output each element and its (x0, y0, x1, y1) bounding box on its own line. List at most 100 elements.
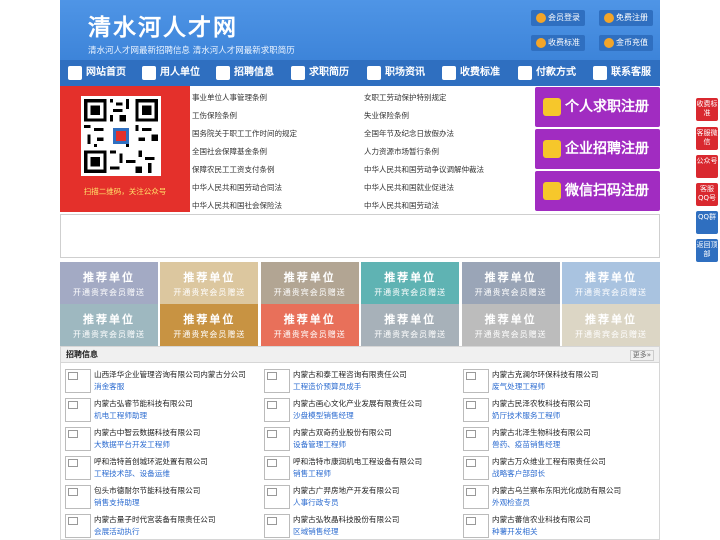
job-position[interactable]: 种薯开发相关 (492, 526, 538, 537)
sidebar-qq[interactable]: 客服QQ号 (696, 183, 718, 206)
job-item[interactable]: 内蒙古和泰工程咨询有限责任公司 工程造价预算员成手 (260, 367, 456, 395)
job-company[interactable]: 内蒙古双奇药业股份有限公司 (293, 427, 392, 438)
promo-tile[interactable]: 推荐单位 开通贵宾会员赠送 (562, 262, 660, 304)
job-item[interactable]: 内蒙古民泽农牧科技有限公司 奶厅技术服务工程师 (459, 396, 655, 424)
sidebar-pricing[interactable]: 收费标准 (696, 98, 718, 121)
nav-jobs[interactable]: 招聘信息 (212, 60, 274, 86)
job-item[interactable]: 内蒙古蕃信农业科技有限公司 种薯开发相关 (459, 512, 655, 540)
law-link[interactable]: 中华人民共和国就业促进法 (364, 182, 454, 193)
job-position[interactable]: 外观检查员 (492, 497, 530, 508)
recharge-button[interactable]: 金币充值 (599, 35, 653, 51)
promo-tile[interactable]: 推荐单位 开通贵宾会员赠送 (361, 262, 460, 304)
job-position[interactable]: 工程技术部、设备运维 (94, 468, 170, 479)
login-button[interactable]: 会员登录 (531, 10, 585, 26)
job-position[interactable]: 设备管理工程师 (293, 439, 346, 450)
job-company[interactable]: 内蒙古民泽农牧科技有限公司 (492, 398, 591, 409)
job-position[interactable]: 废气处理工程师 (492, 381, 545, 392)
job-position[interactable]: 大数据平台开发工程师 (94, 439, 170, 450)
job-item[interactable]: 山西泽华企业管理咨询有限公司内蒙古分公司 消金客服 (61, 367, 257, 395)
nav-payment[interactable]: 付款方式 (514, 60, 576, 86)
job-company[interactable]: 呼和浩特市康润机电工程设备有限公司 (293, 456, 422, 467)
site-logo[interactable]: 清水河人才网 (88, 8, 238, 42)
job-company[interactable]: 内蒙古弘睿节能科技有限公司 (94, 398, 193, 409)
sidebar-back-to-top[interactable]: 返回顶部 (696, 239, 718, 262)
job-item[interactable]: 内蒙古画心文化产业发展有限责任公司 沙盘模型销售经理 (260, 396, 456, 424)
job-item[interactable]: 内蒙古中智云数据科技有限公司 大数据平台开发工程师 (61, 425, 257, 453)
job-item[interactable]: 内蒙古弘睿节能科技有限公司 机电工程师助理 (61, 396, 257, 424)
nav-employers[interactable]: 用人单位 (138, 60, 200, 86)
job-position[interactable]: 兽药、疫苗销售经理 (492, 439, 560, 450)
job-position[interactable]: 人事行政专员 (293, 497, 339, 508)
law-link[interactable]: 保障农民工工资支付条例 (192, 164, 275, 175)
job-item[interactable]: 内蒙古乌兰察布东阳光化成防有限公司 外观检查员 (459, 483, 655, 511)
job-item[interactable]: 内蒙古克澜尔环保科技有限公司 废气处理工程师 (459, 367, 655, 395)
law-link[interactable]: 全国年节及纪念日放假办法 (364, 128, 454, 139)
promo-tile[interactable]: 推荐单位 开通贵宾会员赠送 (60, 304, 158, 346)
job-item[interactable]: 内蒙古量子时代宫装备有限责任公司 会展活动执行 (61, 512, 257, 540)
job-company[interactable]: 内蒙古北泽生物科技有限公司 (492, 427, 591, 438)
job-company[interactable]: 内蒙古中智云数据科技有限公司 (94, 427, 200, 438)
promo-tile[interactable]: 推荐单位 开通贵宾会员赠送 (562, 304, 660, 346)
job-company[interactable]: 内蒙古和泰工程咨询有限责任公司 (293, 369, 407, 380)
job-company[interactable]: 呼和浩特首创城环泥处置有限公司 (94, 456, 208, 467)
job-company[interactable]: 内蒙古蕃信农业科技有限公司 (492, 514, 591, 525)
law-link[interactable]: 中华人民共和国社会保险法 (192, 200, 282, 211)
job-item[interactable]: 内蒙古万众维业工程有限责任公司 战略客户部部长 (459, 454, 655, 482)
job-position[interactable]: 会展活动执行 (94, 526, 140, 537)
job-company[interactable]: 内蒙古量子时代宫装备有限责任公司 (94, 514, 216, 525)
promo-tile[interactable]: 推荐单位 开通贵宾会员赠送 (361, 304, 460, 346)
job-item[interactable]: 呼和浩特市康润机电工程设备有限公司 销售工程师 (260, 454, 456, 482)
job-item[interactable]: 内蒙古双奇药业股份有限公司 设备管理工程师 (260, 425, 456, 453)
law-link[interactable]: 事业单位人事管理条例 (192, 92, 267, 103)
job-company[interactable]: 山西泽华企业管理咨询有限公司内蒙古分公司 (94, 369, 246, 380)
wechat-register-button[interactable]: 微信扫码注册 (535, 171, 660, 211)
job-position[interactable]: 消金客服 (94, 381, 124, 392)
law-link[interactable]: 失业保险条例 (364, 110, 409, 121)
law-link[interactable]: 人力资源市场暂行条例 (364, 146, 439, 157)
job-position[interactable]: 区域销售经理 (293, 526, 339, 537)
job-item[interactable]: 内蒙古北泽生物科技有限公司 兽药、疫苗销售经理 (459, 425, 655, 453)
promo-tile[interactable]: 推荐单位 开通贵宾会员赠送 (160, 262, 259, 304)
job-company[interactable]: 内蒙古万众维业工程有限责任公司 (492, 456, 606, 467)
register-button[interactable]: 免费注册 (599, 10, 653, 26)
job-position[interactable]: 销售支持助理 (94, 497, 140, 508)
job-company[interactable]: 包头市德耐尔节能科技有限公司 (94, 485, 200, 496)
job-position[interactable]: 机电工程师助理 (94, 410, 147, 421)
jobseeker-register-button[interactable]: 个人求职注册 (535, 87, 660, 127)
nav-home[interactable]: 网站首页 (64, 60, 126, 86)
employer-register-button[interactable]: 企业招聘注册 (535, 129, 660, 169)
job-item[interactable]: 呼和浩特首创城环泥处置有限公司 工程技术部、设备运维 (61, 454, 257, 482)
law-link[interactable]: 国务院关于职工工作时间的规定 (192, 128, 297, 139)
promo-tile[interactable]: 推荐单位 开通贵宾会员赠送 (60, 262, 158, 304)
sidebar-qq-group[interactable]: QQ群 (696, 211, 718, 234)
sidebar-official-account[interactable]: 公众号 (696, 155, 718, 178)
job-position[interactable]: 战略客户部部长 (492, 468, 545, 479)
job-position[interactable]: 沙盘模型销售经理 (293, 410, 354, 421)
job-company[interactable]: 内蒙古广羿房地产开发有限公司 (293, 485, 399, 496)
jobs-more-link[interactable]: 更多» (629, 350, 654, 361)
nav-support[interactable]: 联系客服 (589, 60, 651, 86)
job-company[interactable]: 内蒙古乌兰察布东阳光化成防有限公司 (492, 485, 621, 496)
job-position[interactable]: 奶厅技术服务工程师 (492, 410, 560, 421)
promo-tile[interactable]: 推荐单位 开通贵宾会员赠送 (461, 304, 560, 346)
pricing-button[interactable]: 收费标准 (531, 35, 585, 51)
promo-tile[interactable]: 推荐单位 开通贵宾会员赠送 (260, 304, 359, 346)
promo-tile[interactable]: 推荐单位 开通贵宾会员赠送 (260, 262, 359, 304)
law-link[interactable]: 工伤保险条例 (192, 110, 237, 121)
promo-tile[interactable]: 推荐单位 开通贵宾会员赠送 (461, 262, 560, 304)
job-company[interactable]: 内蒙古画心文化产业发展有限责任公司 (293, 398, 422, 409)
law-link[interactable]: 中华人民共和国劳动法 (364, 200, 439, 211)
job-company[interactable]: 内蒙古弘牧晶科技股份有限公司 (293, 514, 399, 525)
law-link[interactable]: 中华人民共和国劳动合同法 (192, 182, 282, 193)
nav-pricing[interactable]: 收费标准 (438, 60, 500, 86)
job-item[interactable]: 内蒙古广羿房地产开发有限公司 人事行政专员 (260, 483, 456, 511)
job-position[interactable]: 销售工程师 (293, 468, 331, 479)
job-company[interactable]: 内蒙古克澜尔环保科技有限公司 (492, 369, 598, 380)
job-item[interactable]: 内蒙古弘牧晶科技股份有限公司 区域销售经理 (260, 512, 456, 540)
law-link[interactable]: 女职工劳动保护特别规定 (364, 92, 447, 103)
law-link[interactable]: 中华人民共和国劳动争议调解仲裁法 (364, 164, 484, 175)
job-position[interactable]: 工程造价预算员成手 (293, 381, 361, 392)
job-item[interactable]: 包头市德耐尔节能科技有限公司 销售支持助理 (61, 483, 257, 511)
nav-resumes[interactable]: 求职简历 (287, 60, 349, 86)
nav-news[interactable]: 职场资讯 (363, 60, 425, 86)
